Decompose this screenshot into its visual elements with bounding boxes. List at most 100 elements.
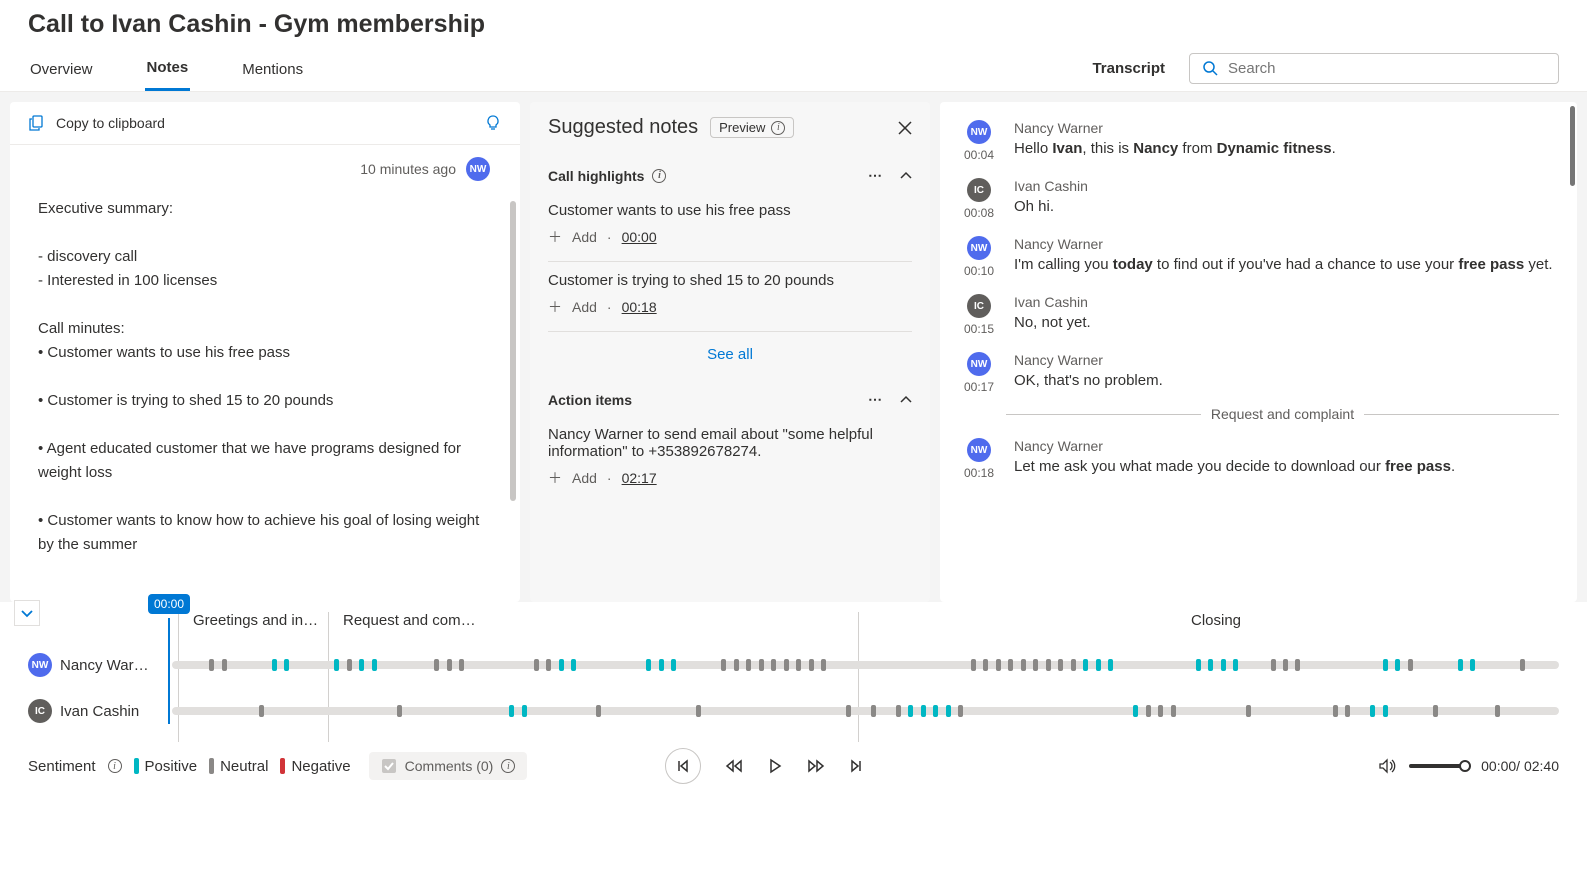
talk-segment[interactable] [958, 705, 963, 717]
rewind-button[interactable] [725, 759, 743, 773]
speaker-track[interactable] [172, 707, 1559, 715]
talk-segment[interactable] [1058, 659, 1063, 671]
talk-segment[interactable] [659, 659, 664, 671]
notes-body[interactable]: Executive summary: - discovery call - In… [10, 181, 520, 602]
talk-segment[interactable] [347, 659, 352, 671]
search-input[interactable] [1226, 59, 1546, 78]
talk-segment[interactable] [559, 659, 564, 671]
talk-segment[interactable] [1021, 659, 1026, 671]
talk-segment[interactable] [784, 659, 789, 671]
forward-button[interactable] [807, 759, 825, 773]
talk-segment[interactable] [821, 659, 826, 671]
talk-segment[interactable] [671, 659, 676, 671]
transcript-message[interactable]: IC00:08 Ivan CashinOh hi. [958, 170, 1559, 228]
talk-segment[interactable] [759, 659, 764, 671]
talk-segment[interactable] [1171, 705, 1176, 717]
info-icon[interactable]: i [652, 169, 666, 183]
talk-segment[interactable] [372, 659, 377, 671]
volume-icon[interactable] [1379, 758, 1397, 774]
talk-segment[interactable] [1096, 659, 1101, 671]
talk-segment[interactable] [1071, 659, 1076, 671]
plus-icon[interactable]: ＋ [548, 468, 562, 488]
talk-segment[interactable] [397, 705, 402, 717]
transcript-message[interactable]: NW00:10 Nancy WarnerI'm calling you toda… [958, 228, 1559, 286]
speaker-track[interactable] [172, 661, 1559, 669]
talk-segment[interactable] [1033, 659, 1038, 671]
tab-mentions[interactable]: Mentions [240, 47, 305, 90]
talk-segment[interactable] [846, 705, 851, 717]
preview-badge[interactable]: Preview i [710, 117, 794, 138]
search-box[interactable] [1189, 53, 1559, 84]
talk-segment[interactable] [1458, 659, 1463, 671]
talk-segment[interactable] [983, 659, 988, 671]
talk-segment[interactable] [734, 659, 739, 671]
talk-segment[interactable] [1271, 659, 1276, 671]
chevron-up-icon[interactable] [900, 170, 912, 182]
talk-segment[interactable] [509, 705, 514, 717]
talk-segment[interactable] [447, 659, 452, 671]
talk-segment[interactable] [1395, 659, 1400, 671]
close-icon[interactable] [898, 121, 912, 135]
timestamp-link[interactable]: 00:00 [622, 229, 657, 245]
talk-segment[interactable] [522, 705, 527, 717]
talk-segment[interactable] [222, 659, 227, 671]
chevron-up-icon[interactable] [900, 394, 912, 406]
talk-segment[interactable] [1008, 659, 1013, 671]
more-icon[interactable]: ⋯ [868, 167, 882, 184]
talk-segment[interactable] [771, 659, 776, 671]
talk-segment[interactable] [1345, 705, 1350, 717]
talk-segment[interactable] [921, 705, 926, 717]
transcript-message[interactable]: NW00:17 Nancy WarnerOK, that's no proble… [958, 344, 1559, 402]
talk-segment[interactable] [596, 705, 601, 717]
talk-segment[interactable] [1283, 659, 1288, 671]
add-button[interactable]: Add [572, 299, 597, 315]
talk-segment[interactable] [996, 659, 1001, 671]
talk-segment[interactable] [796, 659, 801, 671]
talk-segment[interactable] [933, 705, 938, 717]
talk-segment[interactable] [259, 705, 264, 717]
talk-segment[interactable] [334, 659, 339, 671]
talk-segment[interactable] [1383, 659, 1388, 671]
talk-segment[interactable] [1158, 705, 1163, 717]
info-icon[interactable]: i [108, 759, 122, 773]
transcript-message[interactable]: IC00:15 Ivan CashinNo, not yet. [958, 286, 1559, 344]
copy-to-clipboard-button[interactable]: Copy to clipboard [28, 114, 165, 132]
expand-toggle[interactable] [14, 600, 40, 626]
talk-segment[interactable] [434, 659, 439, 671]
volume-slider[interactable] [1409, 764, 1469, 768]
talk-segment[interactable] [1208, 659, 1213, 671]
talk-segment[interactable] [1495, 705, 1500, 717]
talk-segment[interactable] [946, 705, 951, 717]
talk-segment[interactable] [1295, 659, 1300, 671]
timestamp-link[interactable]: 00:18 [622, 299, 657, 315]
tab-overview[interactable]: Overview [28, 47, 95, 90]
talk-segment[interactable] [1196, 659, 1201, 671]
talk-segment[interactable] [1108, 659, 1113, 671]
talk-segment[interactable] [809, 659, 814, 671]
notes-scrollbar[interactable] [510, 201, 516, 501]
comments-button[interactable]: Comments (0) i [369, 752, 528, 780]
talk-segment[interactable] [746, 659, 751, 671]
talk-segment[interactable] [1433, 705, 1438, 717]
talk-segment[interactable] [1408, 659, 1413, 671]
talk-segment[interactable] [896, 705, 901, 717]
talk-segment[interactable] [359, 659, 364, 671]
talk-segment[interactable] [1233, 659, 1238, 671]
plus-icon[interactable]: ＋ [548, 297, 562, 317]
talk-segment[interactable] [272, 659, 277, 671]
talk-segment[interactable] [696, 705, 701, 717]
talk-segment[interactable] [1383, 705, 1388, 717]
more-icon[interactable]: ⋯ [868, 391, 882, 408]
talk-segment[interactable] [209, 659, 214, 671]
talk-segment[interactable] [1370, 705, 1375, 717]
talk-segment[interactable] [646, 659, 651, 671]
talk-segment[interactable] [284, 659, 289, 671]
talk-segment[interactable] [1470, 659, 1475, 671]
talk-segment[interactable] [1246, 705, 1251, 717]
lightbulb-icon[interactable] [484, 114, 502, 132]
add-button[interactable]: Add [572, 470, 597, 486]
play-button[interactable] [767, 758, 783, 774]
talk-segment[interactable] [1146, 705, 1151, 717]
talk-segment[interactable] [534, 659, 539, 671]
talk-segment[interactable] [546, 659, 551, 671]
